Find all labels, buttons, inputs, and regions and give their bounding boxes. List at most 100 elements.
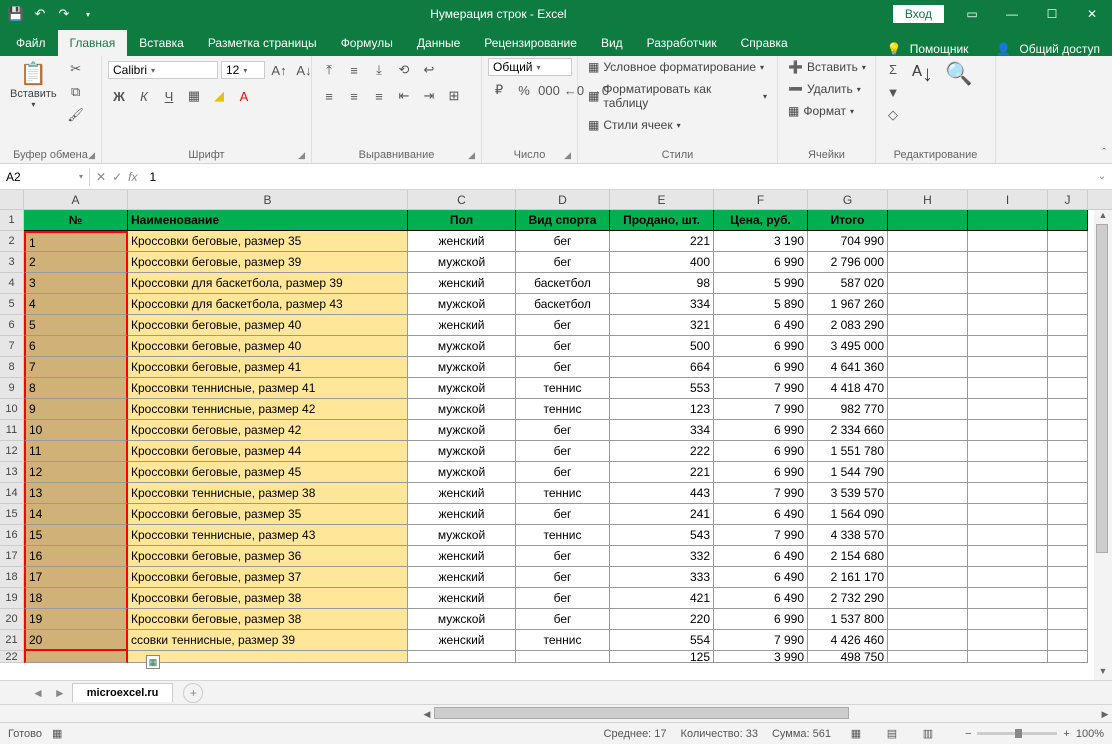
cell[interactable] [968, 420, 1048, 441]
cell[interactable]: 221 [610, 462, 714, 483]
cell[interactable] [888, 651, 968, 663]
horizontal-scrollbar[interactable]: ◀ ▶ [420, 705, 1112, 722]
macro-record-icon[interactable]: ▦ [52, 727, 62, 740]
cell[interactable] [888, 483, 968, 504]
column-header[interactable]: J [1048, 190, 1088, 209]
cell[interactable] [968, 441, 1048, 462]
cell[interactable] [408, 651, 516, 663]
fx-icon[interactable]: fx [128, 170, 137, 184]
cell[interactable] [888, 441, 968, 462]
zoom-out-icon[interactable]: − [965, 728, 971, 740]
cell[interactable]: бег [516, 567, 610, 588]
column-header[interactable]: F [714, 190, 808, 209]
find-select-button[interactable]: 🔍 [941, 58, 976, 90]
comma-icon[interactable]: 000 [538, 79, 560, 101]
ribbon-options-icon[interactable]: ▭ [952, 0, 992, 28]
formula-bar[interactable]: 1 [143, 168, 1091, 186]
cell[interactable]: 554 [610, 630, 714, 651]
name-box[interactable]: A2▾ [0, 168, 90, 186]
cell[interactable]: 7 990 [714, 483, 808, 504]
cell[interactable] [1048, 357, 1088, 378]
column-header[interactable]: A [24, 190, 128, 209]
row-header[interactable]: 18 [0, 567, 24, 588]
tab-рецензирование[interactable]: Рецензирование [472, 30, 589, 56]
cell[interactable] [1048, 231, 1088, 252]
cell[interactable] [1048, 546, 1088, 567]
cell[interactable]: мужской [408, 525, 516, 546]
cell[interactable]: 334 [610, 420, 714, 441]
orientation-icon[interactable]: ⟲ [393, 59, 415, 81]
currency-icon[interactable]: ₽ [488, 79, 510, 101]
row-header[interactable]: 3 [0, 252, 24, 273]
cell[interactable] [888, 525, 968, 546]
cell[interactable] [1048, 315, 1088, 336]
tab-вид[interactable]: Вид [589, 30, 635, 56]
cell[interactable]: 1 967 260 [808, 294, 888, 315]
align-right-icon[interactable]: ≡ [368, 85, 390, 107]
cell[interactable] [968, 630, 1048, 651]
cell[interactable] [888, 273, 968, 294]
collapse-ribbon-icon[interactable]: ˆ [1102, 147, 1106, 159]
cell[interactable] [888, 378, 968, 399]
cell[interactable]: 1 544 790 [808, 462, 888, 483]
cell[interactable]: Итого [808, 210, 888, 231]
cell[interactable] [968, 504, 1048, 525]
cell[interactable]: 332 [610, 546, 714, 567]
cell[interactable] [1048, 441, 1088, 462]
cell[interactable] [968, 273, 1048, 294]
minimize-icon[interactable]: — [992, 0, 1032, 28]
cell[interactable]: бег [516, 504, 610, 525]
autosum-icon[interactable]: Σ [882, 58, 904, 80]
cell[interactable]: 6 990 [714, 252, 808, 273]
cell[interactable] [888, 609, 968, 630]
expand-formula-icon[interactable]: ⌄ [1092, 171, 1112, 182]
cell[interactable]: 16 [24, 546, 128, 567]
cell[interactable]: Кроссовки теннисные, размер 41 [128, 378, 408, 399]
bold-button[interactable]: Ж [108, 85, 130, 107]
cell[interactable]: мужской [408, 357, 516, 378]
row-header[interactable]: 10 [0, 399, 24, 420]
cell[interactable]: женский [408, 588, 516, 609]
align-left-icon[interactable]: ≡ [318, 85, 340, 107]
scroll-up-icon[interactable]: ▲ [1094, 210, 1112, 224]
tab-разметка страницы[interactable]: Разметка страницы [196, 30, 329, 56]
column-header[interactable]: I [968, 190, 1048, 209]
cell[interactable]: 321 [610, 315, 714, 336]
cell[interactable]: № [24, 210, 128, 231]
cell[interactable]: бег [516, 336, 610, 357]
next-sheet-icon[interactable]: ► [50, 686, 70, 700]
cell[interactable]: Кроссовки теннисные, размер 38 [128, 483, 408, 504]
tab-формулы[interactable]: Формулы [329, 30, 405, 56]
sort-filter-button[interactable]: ᴬ↓ [908, 58, 937, 90]
cell[interactable] [888, 462, 968, 483]
cell[interactable] [968, 588, 1048, 609]
cell[interactable]: Кроссовки беговые, размер 40 [128, 315, 408, 336]
column-header[interactable]: E [610, 190, 714, 209]
row-header[interactable]: 2 [0, 231, 24, 252]
cell[interactable]: 5 [24, 315, 128, 336]
cell[interactable]: Кроссовки беговые, размер 40 [128, 336, 408, 357]
row-header[interactable]: 22 [0, 651, 24, 663]
cell[interactable] [888, 630, 968, 651]
cell[interactable] [888, 231, 968, 252]
cell[interactable]: 443 [610, 483, 714, 504]
cell[interactable]: 704 990 [808, 231, 888, 252]
cell[interactable]: бег [516, 315, 610, 336]
cell[interactable] [128, 651, 408, 663]
scroll-right-icon[interactable]: ▶ [1098, 705, 1112, 723]
cell[interactable] [24, 651, 128, 663]
cell[interactable]: 6 490 [714, 504, 808, 525]
cell[interactable]: Кроссовки теннисные, размер 42 [128, 399, 408, 420]
row-header[interactable]: 6 [0, 315, 24, 336]
cell[interactable]: Кроссовки беговые, размер 35 [128, 231, 408, 252]
cell[interactable]: Кроссовки беговые, размер 44 [128, 441, 408, 462]
undo-icon[interactable]: ↶ [30, 4, 50, 24]
cell[interactable]: мужской [408, 252, 516, 273]
cell[interactable]: Кроссовки беговые, размер 41 [128, 357, 408, 378]
cell[interactable]: 553 [610, 378, 714, 399]
cell[interactable] [968, 357, 1048, 378]
autofill-options-icon[interactable]: ▦ [146, 655, 160, 669]
font-name-combo[interactable]: Calibri▾ [108, 61, 218, 79]
cell[interactable] [968, 483, 1048, 504]
cell[interactable]: 15 [24, 525, 128, 546]
